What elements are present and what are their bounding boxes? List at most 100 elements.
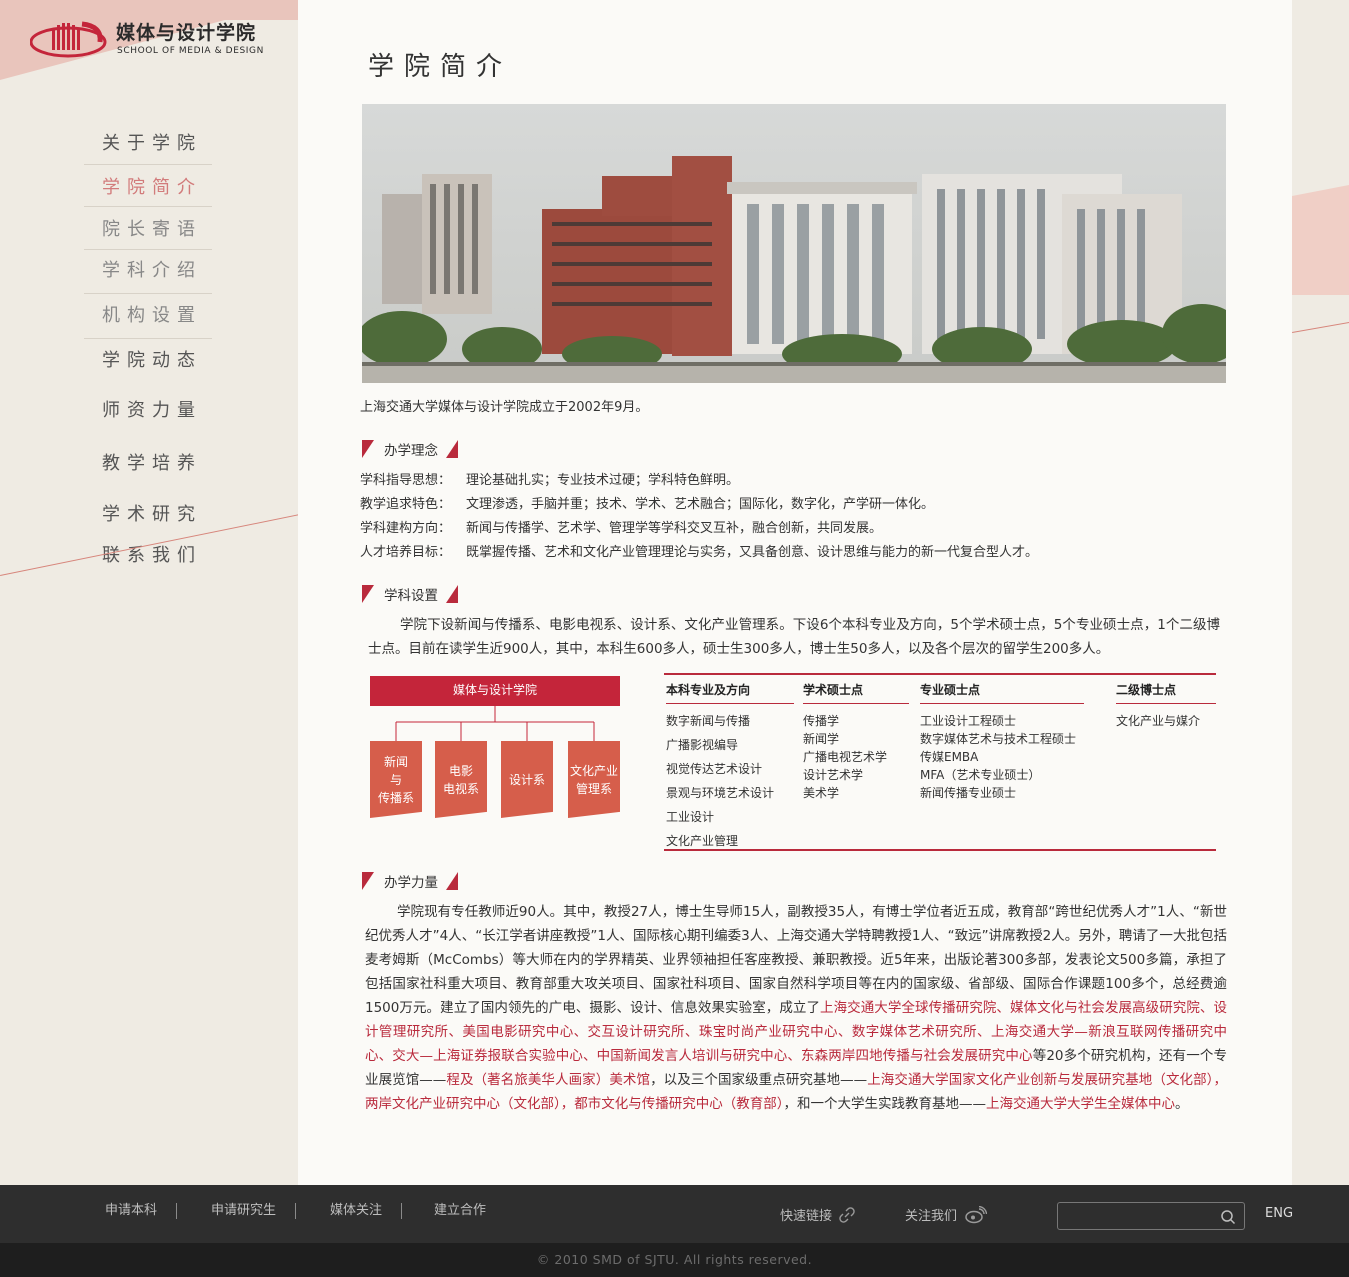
search-input[interactable] [1064,1206,1214,1226]
degree-column-head: 二级博士点 [1116,681,1216,704]
philosophy-label: 教学追求特色： [360,496,452,512]
org-connector-lines [395,706,595,742]
logo-subtitle: SCHOOL OF MEDIA & DESIGN [117,46,264,56]
degree-item: 文化产业与媒介 [1116,714,1201,728]
nav-item-about[interactable]: 关于学院 [84,120,212,164]
degree-item: 广播影视编导 [666,738,739,752]
degree-item: 数字新闻与传播 [666,714,751,728]
flag-left-icon [362,440,374,458]
degree-item: 视觉传达艺术设计 [666,762,763,776]
logo[interactable]: 媒体与设计学院 SCHOOL OF MEDIA & DESIGN [30,14,270,62]
language-switch-eng[interactable]: ENG [1265,1206,1293,1221]
footer-links: 申请本科 申请研究生 媒体关注 建立合作 [86,1203,505,1219]
nav-item-contact[interactable]: 联系我们 [84,536,212,580]
philosophy-row: 学科建构方向： 新闻与传播学、艺术学、管理学等学科交叉互补，融合创新，共同发展。 [360,514,1220,538]
campus-building-photo [362,104,1226,383]
nav-item-intro[interactable]: 学院简介 [84,165,212,206]
degree-item: 新闻学 [803,732,840,746]
table-bottom-rule [664,849,1216,851]
degree-item: 传播学 [803,714,840,728]
org-dept-label: 电影 电视系 [442,763,479,796]
table-top-rule [664,673,1216,675]
org-dept-label: 文化产业 管理系 [569,763,618,796]
flag-left-icon [362,872,374,890]
degree-column-doctorate: 二级博士点 文化产业与媒介 [1116,681,1216,730]
footer-link-cooperation[interactable]: 建立合作 [402,1203,505,1219]
right-deco-line [1292,319,1349,333]
philosophy-text: 新闻与传播学、艺术学、管理学等学科交叉互补，融合创新，共同发展。 [466,520,883,536]
nav-item-research[interactable]: 学术研究 [84,490,212,536]
philosophy-row: 学科指导思想： 理论基础扎实；专业技术过硬；学科特色鲜明。 [360,466,1220,490]
footer-link-graduate[interactable]: 申请研究生 [177,1203,297,1219]
section-heading-disciplines: 学科设置 [362,584,458,604]
weibo-icon [965,1205,988,1223]
right-decoration [1292,0,1349,1185]
philosophy-list: 学科指导思想： 理论基础扎实；专业技术过硬；学科特色鲜明。 教学追求特色： 文理… [360,466,1220,562]
philosophy-label: 人才培养目标： [360,544,452,560]
degree-item: 工业设计工程硕士 [920,714,1017,728]
flag-left-icon [362,585,374,603]
degree-item: 设计艺术学 [803,768,864,782]
nav-item-news[interactable]: 学院动态 [84,339,212,387]
follow-us-label: 关注我们 [905,1209,958,1224]
nav-item-teaching[interactable]: 教学培养 [84,439,212,490]
org-dept-label: 设计系 [508,772,545,787]
footer: 申请本科 申请研究生 媒体关注 建立合作 快速链接 关注我们 ENG [0,1185,1349,1243]
search-icon[interactable] [1220,1209,1236,1225]
search-box [1057,1202,1245,1230]
media-center-link[interactable]: 上海交通大学大学生全媒体中心 [986,1096,1175,1112]
philosophy-row: 教学追求特色： 文理渗透，手脑并重；技术、学术、艺术融合；国际化，数字化，产学研… [360,490,1220,514]
sidebar-nav: 关于学院 学院简介 院长寄语 学科介绍 机构设置 学院动态 师资力量 教学培养 … [84,120,212,580]
copyright: © 2010 SMD of SJTU. All rights reserved. [0,1243,1349,1277]
org-dept-journalism: 新闻 与 传播系 [370,741,422,818]
logo-title: 媒体与设计学院 [116,22,257,44]
philosophy-label: 学科建构方向： [360,520,452,536]
degree-item: 广播电视艺术学 [803,750,888,764]
link-icon [839,1206,855,1223]
degree-item: 新闻传播专业硕士 [920,786,1017,800]
org-dept-film: 电影 电视系 [435,741,487,818]
section-title: 学科设置 [384,588,438,604]
section-heading-philosophy: 办学理念 [362,439,458,459]
org-root: 媒体与设计学院 [370,676,620,706]
philosophy-row: 人才培养目标： 既掌握传播、艺术和文化产业管理理论与实务，又具备创意、设计思维与… [360,538,1220,562]
main-content: 学院简介 上海交通大学媒体与设计学院成立于2002年9月。 办学理念 学科指导思… [298,0,1292,1185]
degree-column-professional-master: 专业硕士点 工业设计工程硕士 数字媒体艺术与技术工程硕士 传媒EMBA MFA（… [920,681,1084,802]
section-title: 办学力量 [384,875,438,891]
faculty-text: ，以及三个国家级重点研究基地—— [650,1072,868,1088]
section-heading-faculty: 办学力量 [362,871,458,891]
quick-links-label: 快速链接 [780,1209,833,1224]
degree-item: 景观与环境艺术设计 [666,786,775,800]
sidebar: 媒体与设计学院 SCHOOL OF MEDIA & DESIGN 关于学院 学院… [0,0,298,1185]
degree-item: 工业设计 [666,810,715,824]
founded-statement: 上海交通大学媒体与设计学院成立于2002年9月。 [360,400,649,415]
page-title: 学院简介 [368,52,513,82]
nav-item-disciplines[interactable]: 学科介绍 [84,250,212,293]
degree-item: 传媒EMBA [920,750,979,764]
section-title: 办学理念 [384,443,438,459]
philosophy-text: 既掌握传播、艺术和文化产业管理理论与实务，又具备创意、设计思维与能力的新一代复合… [466,544,1039,560]
nav-item-structure[interactable]: 机构设置 [84,294,212,338]
degree-item: MFA（艺术专业硕士） [920,768,1041,782]
quick-links[interactable]: 快速链接 [780,1205,855,1224]
disciplines-paragraph: 学院下设新闻与传播系、电影电视系、设计系、文化产业管理系。下设6个本科专业及方向… [368,617,1220,657]
footer-link-undergrad[interactable]: 申请本科 [86,1203,178,1219]
faculty-paragraph: 学院现有专任教师近90人。其中，教授27人，博士生导师15人，副教授35人，有博… [365,900,1227,1116]
flag-right-icon [446,585,458,603]
footer-link-media[interactable]: 媒体关注 [296,1203,403,1219]
follow-us[interactable]: 关注我们 [905,1205,988,1224]
right-deco-shape [1292,185,1349,295]
nav-item-dean-message[interactable]: 院长寄语 [84,207,212,249]
org-dept-label: 新闻 与 传播系 [377,754,414,805]
philosophy-label: 学科指导思想： [360,472,452,488]
degree-item: 美术学 [803,786,840,800]
nav-item-faculty[interactable]: 师资力量 [84,387,212,439]
art-museum-link[interactable]: 程及（著名旅美华人画家）美术馆 [446,1072,650,1088]
faculty-text: 。 [1175,1096,1189,1112]
org-chart: 媒体与设计学院 新闻 与 传播系 电影 电视系 设计系 文化产业 管理系 [370,676,622,826]
philosophy-text: 理论基础扎实；专业技术过硬；学科特色鲜明。 [466,472,740,488]
logo-mark-icon [30,21,107,58]
degree-column-academic-master: 学术硕士点 传播学 新闻学 广播电视艺术学 设计艺术学 美术学 [803,681,909,802]
org-dept-culture-industry: 文化产业 管理系 [568,741,620,818]
degree-column-head: 专业硕士点 [920,681,1084,704]
